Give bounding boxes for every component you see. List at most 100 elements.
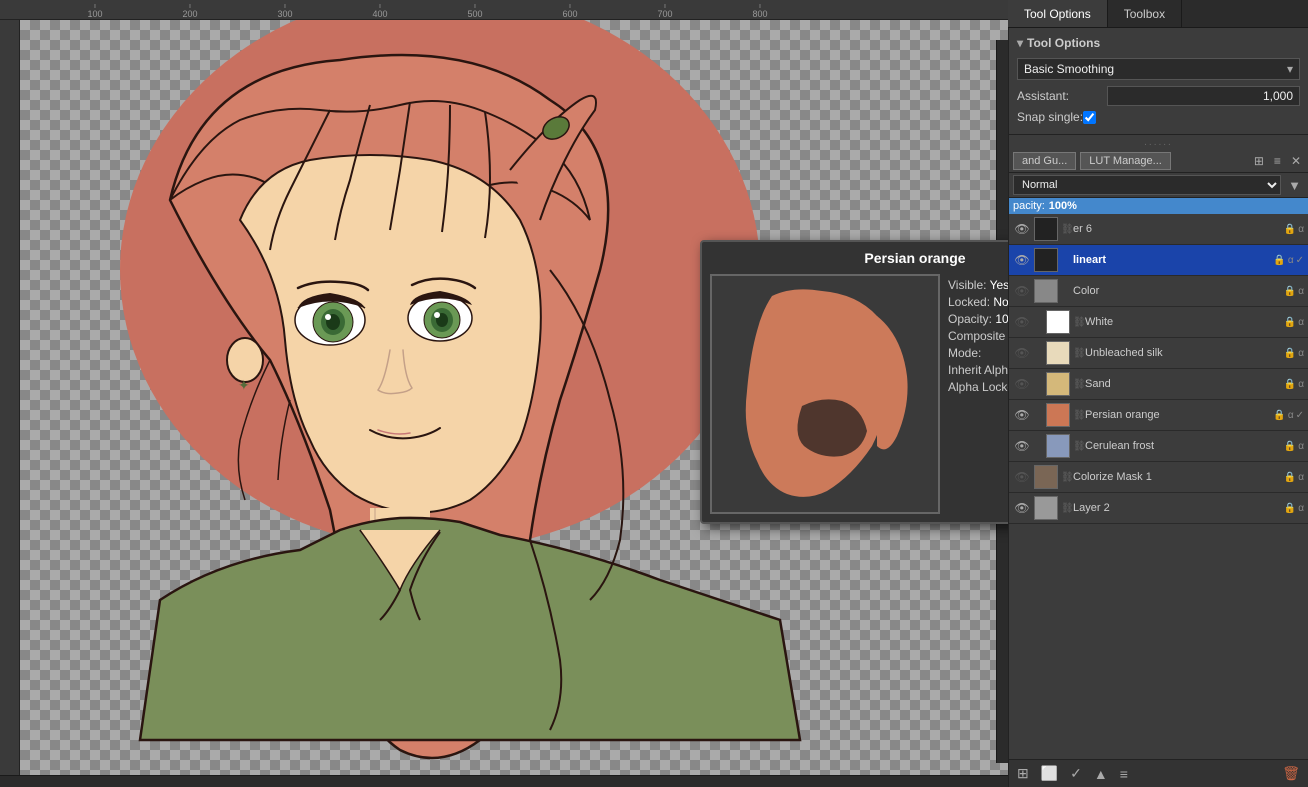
snap-single-checkbox[interactable]: [1083, 111, 1096, 124]
canvas-scroll-container[interactable]: ✦: [20, 20, 1008, 775]
layer-name-layer2: Layer 2: [1073, 502, 1284, 514]
layer-chain-cerulean: ⛓: [1073, 441, 1085, 452]
layer-name-colorize-mask: Colorize Mask 1: [1073, 471, 1284, 483]
blend-mode-dropdown[interactable]: Normal: [1013, 175, 1281, 195]
layers-close-icon[interactable]: ✕: [1288, 152, 1304, 170]
layer-lock-icon-unbleached: 🔒: [1284, 348, 1296, 359]
assistant-value[interactable]: 1,000: [1107, 86, 1300, 106]
color-layer-popup: Persian orange: [700, 240, 1008, 524]
layer-name-unbleached: Unbleached silk: [1085, 347, 1284, 359]
svg-text:✦: ✦: [238, 377, 250, 393]
layer-lock-icon-layer6: 🔒: [1284, 224, 1296, 235]
smoothing-dropdown[interactable]: Basic Smoothing ▾: [1017, 58, 1300, 80]
layer-name-color: Color: [1073, 285, 1284, 297]
layer-chain-persian-orange: ⛓: [1073, 410, 1085, 421]
layer-thumb-layer2: [1034, 496, 1058, 520]
layer-visibility-layer6[interactable]: 👁: [1013, 220, 1031, 238]
tab-toolbox[interactable]: Toolbox: [1108, 0, 1182, 27]
add-layer-button[interactable]: ⊞: [1013, 763, 1033, 784]
layer-name-lineart: lineart: [1073, 254, 1273, 266]
popup-locked: Locked: No: [948, 295, 1008, 309]
scrollbar-horizontal[interactable]: [0, 775, 1008, 787]
layer-thumb-colorize-mask: [1034, 465, 1058, 489]
popup-composite: Composite Normal: [948, 329, 1008, 343]
layer-lock-icon-persian-orange: 🔒: [1273, 410, 1285, 421]
layer-chain-layer6: ⛓: [1061, 224, 1073, 235]
ruler-mark-600: 600: [562, 4, 577, 19]
tab-tool-options[interactable]: Tool Options: [1008, 0, 1108, 27]
opacity-label: pacity:: [1013, 200, 1045, 212]
layer-name-persian-orange: Persian orange: [1085, 409, 1273, 421]
opacity-value: 100%: [1049, 200, 1077, 212]
ruler-mark-700: 700: [657, 4, 672, 19]
merge-button[interactable]: ≡: [1116, 764, 1132, 784]
layer-alpha-icon-persian-orange: α: [1288, 410, 1294, 421]
ruler-mark-500: 500: [467, 4, 482, 19]
layer-lock-icon-color: 🔒: [1284, 286, 1296, 297]
tool-options-title: Tool Options: [1027, 36, 1100, 50]
filter-icon-button[interactable]: ▼: [1285, 176, 1304, 195]
layers-filter-icon[interactable]: ≡: [1271, 152, 1284, 170]
smoothing-value: Basic Smoothing: [1024, 62, 1114, 76]
layers-top-bar: and Gu... LUT Manage... ⊞ ≡ ✕: [1009, 150, 1308, 173]
tool-options-section: ▾ Tool Options Basic Smoothing ▾ Assista…: [1009, 28, 1308, 135]
layer-chain-colorize-mask: ⛓: [1061, 472, 1073, 483]
layer-item-white[interactable]: 👁 ⛓ White 🔒 α: [1009, 307, 1308, 338]
snap-single-row: Snap single:: [1009, 108, 1308, 126]
layer-visibility-layer2[interactable]: 👁: [1013, 499, 1031, 517]
layer-visibility-unbleached[interactable]: 👁: [1013, 344, 1031, 362]
layer-item-layer6[interactable]: 👁 ⛓ er 6 🔒 α: [1009, 214, 1308, 245]
snap-single-label: Snap single:: [1017, 110, 1083, 124]
move-up-button[interactable]: ▲: [1090, 764, 1112, 784]
layer-name-sand: Sand: [1085, 378, 1284, 390]
layer-chain-sand: ⛓: [1073, 379, 1085, 390]
tool-options-arrow: ▾: [1017, 36, 1023, 50]
layer-lock-icon-cerulean: 🔒: [1284, 441, 1296, 452]
right-panel: ▾ Tool Options Basic Smoothing ▾ Assista…: [1008, 0, 1308, 787]
layer-item-lineart[interactable]: 👁 lineart 🔒 α ✓: [1009, 245, 1308, 276]
layer-item-cerulean[interactable]: 👁 ⛓ Cerulean frost 🔒 α: [1009, 431, 1308, 462]
layer-item-colorize-mask[interactable]: 👁 ⛓ Colorize Mask 1 🔒 α: [1009, 462, 1308, 493]
popup-alpha-locked: Alpha Locked: Yes: [948, 380, 1008, 394]
layer-visibility-white[interactable]: 👁: [1013, 313, 1031, 331]
layers-filter-row: Normal ▼: [1009, 173, 1308, 198]
move-down-button[interactable]: ✓: [1066, 763, 1086, 784]
layer-lock-icon-colorize-mask: 🔒: [1284, 472, 1296, 483]
layer-chain-unbleached: ⛓: [1073, 348, 1085, 359]
delete-layer-button[interactable]: 🗑: [1278, 763, 1304, 784]
assistant-row: Assistant: 1,000: [1009, 84, 1308, 108]
layer-thumb-sand: [1046, 372, 1070, 396]
popup-opacity: Opacity: 100%: [948, 312, 1008, 326]
layer-thumb-cerulean: [1046, 434, 1070, 458]
layer-visibility-color[interactable]: 👁: [1013, 282, 1031, 300]
smoothing-row: Basic Smoothing ▾: [1009, 54, 1308, 84]
group-layer-button[interactable]: ⬜: [1037, 763, 1062, 784]
layer-visibility-colorize-mask[interactable]: 👁: [1013, 468, 1031, 486]
layer-name-cerulean: Cerulean frost: [1085, 440, 1284, 452]
layer-alpha-icon-colorize-mask: α: [1298, 472, 1304, 483]
layer-item-persian-orange[interactable]: 👁 ⛓ Persian orange 🔒 α ✓: [1009, 400, 1308, 431]
ruler-left: [0, 20, 20, 775]
layer-thumb-lineart: [1034, 248, 1058, 272]
layers-expand-icon[interactable]: ⊞: [1251, 152, 1267, 170]
layer-item-sand[interactable]: 👁 ⛓ Sand 🔒 α: [1009, 369, 1308, 400]
layer-lock-icon-lineart: 🔒: [1273, 255, 1285, 266]
layer-extra-icon-lineart: ✓: [1296, 255, 1304, 266]
layer-visibility-lineart[interactable]: 👁: [1013, 251, 1031, 269]
panel-divider: ......: [1009, 135, 1308, 150]
layer-thumb-white: [1046, 310, 1070, 334]
layer-visibility-sand[interactable]: 👁: [1013, 375, 1031, 393]
layer-item-unbleached[interactable]: 👁 ⛓ Unbleached silk 🔒 α: [1009, 338, 1308, 369]
layer-alpha-icon-sand: α: [1298, 379, 1304, 390]
layer-item-layer2[interactable]: 👁 ⛓ Layer 2 🔒 α: [1009, 493, 1308, 524]
popup-thumbnail: [710, 274, 940, 514]
layer-item-color[interactable]: 👁 Color 🔒 α: [1009, 276, 1308, 307]
layer-visibility-persian-orange[interactable]: 👁: [1013, 406, 1031, 424]
and-guides-button[interactable]: and Gu...: [1013, 152, 1076, 170]
ruler-mark-200: 200: [182, 4, 197, 19]
popup-info: Visible: Yes Locked: No Opacity: 100% Co…: [948, 274, 1008, 514]
layer-lock-icon-white: 🔒: [1284, 317, 1296, 328]
lut-manager-button[interactable]: LUT Manage...: [1080, 152, 1171, 170]
layer-thumb-unbleached: [1046, 341, 1070, 365]
layer-visibility-cerulean[interactable]: 👁: [1013, 437, 1031, 455]
